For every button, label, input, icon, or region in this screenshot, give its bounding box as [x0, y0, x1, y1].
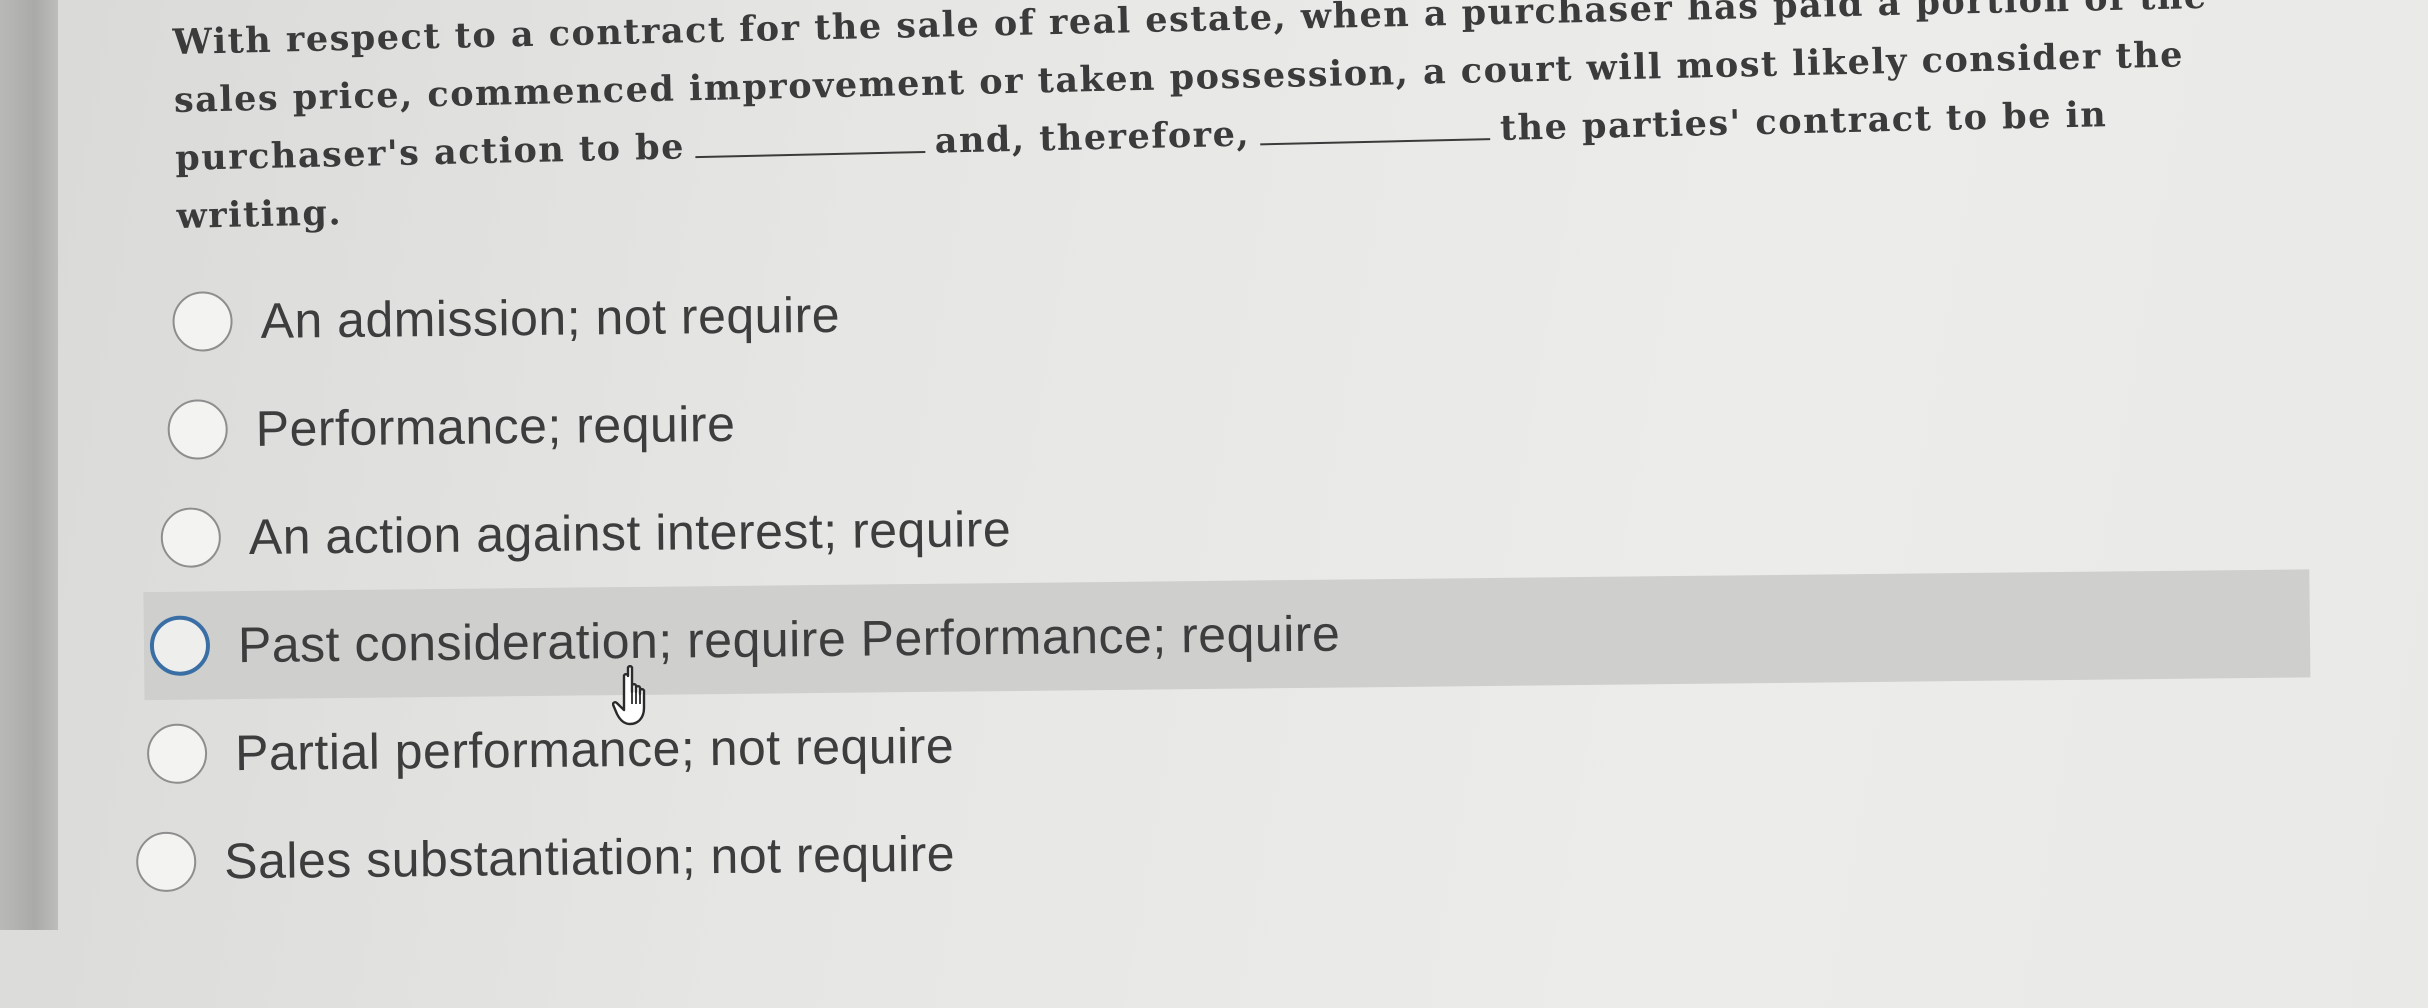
radio-button[interactable] [135, 831, 197, 893]
option-label: An action against interest; require [248, 500, 1012, 565]
option-label: An admission; not require [260, 286, 841, 349]
radio-button[interactable] [172, 291, 233, 352]
hand-pointer-icon [612, 665, 646, 726]
option-sales-substantiation[interactable]: Sales substantiation; not require [135, 785, 2317, 916]
option-label: Past consideration; require Performance;… [237, 605, 1341, 674]
radio-button[interactable] [146, 723, 208, 785]
radio-button[interactable] [149, 615, 211, 677]
option-label: Partial performance; not require [234, 717, 955, 782]
blank-1 [694, 122, 926, 159]
left-sidebar-edge [0, 0, 58, 930]
answer-options: An admission; not require Performance; r… [135, 245, 2317, 916]
question-text: With respect to a contract for the sale … [172, 0, 2247, 246]
left-sidebar-footer [0, 930, 58, 1008]
blank-2 [1259, 110, 1491, 146]
question-part-2: and, therefore, [934, 113, 1251, 162]
option-label: Sales substantiation; not require [223, 825, 956, 890]
radio-button[interactable] [160, 507, 222, 568]
radio-button[interactable] [167, 399, 229, 460]
option-label: Performance; require [255, 395, 736, 457]
